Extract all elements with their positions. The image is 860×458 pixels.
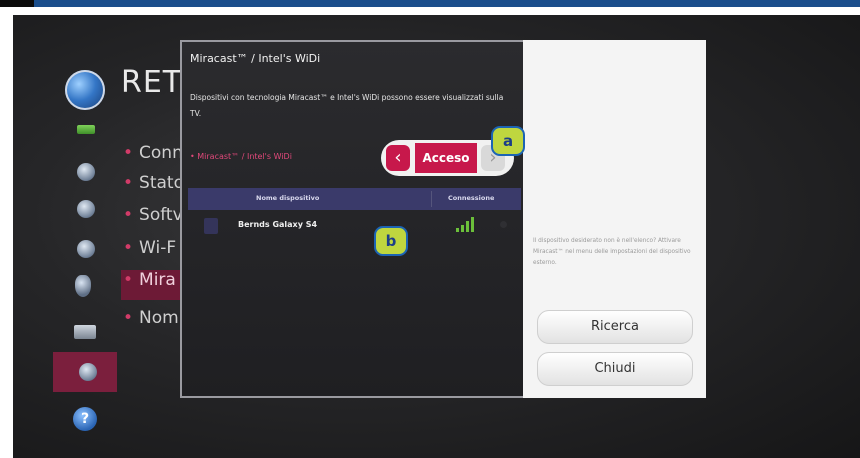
menu-item-label: Conn — [139, 143, 183, 163]
callout-badge-a: a — [491, 126, 525, 156]
side-panel: Il dispositivo desiderato non è nell'ele… — [523, 40, 706, 398]
toggle-value: Acceso — [415, 143, 477, 173]
hint-text: Il dispositivo desiderato non è nell'ele… — [533, 238, 691, 266]
network-globe-icon — [65, 70, 105, 110]
network-icon[interactable] — [79, 363, 97, 381]
menu-item-label: Softv — [139, 205, 183, 225]
callout-badge-b: b — [374, 226, 408, 256]
picture-icon[interactable] — [77, 125, 95, 134]
time-icon[interactable] — [77, 240, 95, 258]
lock-icon[interactable] — [75, 275, 91, 297]
miracast-dialog: Miracast™ / Intel's WiDi Dispositivi con… — [180, 40, 523, 398]
chevron-left-icon[interactable]: ‹ — [386, 145, 410, 171]
menu-item-label: Stato — [139, 173, 184, 193]
column-divider — [431, 191, 432, 207]
device-table-header: Nome dispositivo Connessione — [188, 188, 521, 210]
column-device-name: Nome dispositivo — [256, 194, 320, 202]
menu-title: RET — [121, 65, 183, 100]
column-connection: Connessione — [448, 194, 495, 202]
signal-strength-icon — [456, 216, 478, 232]
menu-item-label: Nom — [139, 308, 179, 328]
search-button[interactable]: Ricerca — [537, 310, 693, 344]
device-status-dot — [500, 221, 507, 228]
channel-icon[interactable] — [77, 200, 95, 218]
audio-icon[interactable] — [77, 163, 95, 181]
device-name: Bernds Galaxy S4 — [238, 220, 318, 229]
top-accent-bar — [0, 0, 860, 7]
menu-item-label: Wi-F — [139, 238, 177, 258]
top-corner-block — [0, 0, 34, 7]
device-select-box[interactable] — [204, 218, 218, 234]
miracast-setting-row: • Miracast™ / Intel's WiDi ‹ Acceso › — [190, 140, 520, 176]
miracast-setting-label: • Miracast™ / Intel's WiDi — [190, 152, 292, 161]
option-icon[interactable] — [74, 325, 96, 339]
device-row[interactable]: Bernds Galaxy S4 — [188, 214, 521, 240]
dialog-description: Dispositivi con tecnologia Miracast™ e I… — [190, 93, 504, 118]
dialog-title: Miracast™ / Intel's WiDi — [190, 52, 321, 65]
close-button[interactable]: Chiudi — [537, 352, 693, 386]
menu-item-label: Mira — [139, 270, 176, 290]
help-icon[interactable]: ? — [73, 407, 97, 431]
